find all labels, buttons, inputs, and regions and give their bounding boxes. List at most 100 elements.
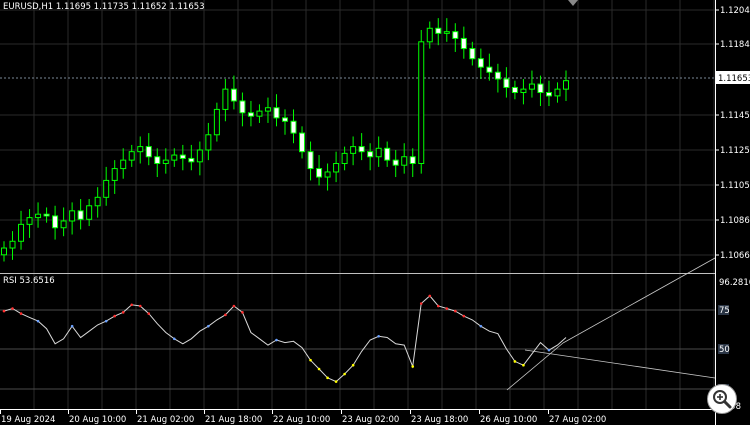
rsi-dot [241,311,244,314]
rsi-dot [428,294,432,298]
candle-body [341,152,348,165]
candle-body [545,92,552,97]
trading-chart[interactable]: EURUSD,H1 1.11695 1.11735 1.11652 1.1165… [0,0,750,425]
candle-body [452,31,459,39]
rsi-dot [121,311,125,314]
candle-body [282,117,288,122]
rsi-dot [462,314,466,318]
candle-body [43,213,50,217]
rsi-dot [334,380,338,383]
candle-body [103,179,110,198]
candle-body [299,132,306,153]
rsi-dot [343,372,346,376]
chart-background [0,0,750,425]
candle-body [511,86,518,94]
candle-body [418,41,425,165]
candle-body [205,134,212,151]
candle-body [171,154,178,161]
candle-body [384,147,391,161]
candle-body [503,78,510,88]
candle-body [469,48,476,60]
rsi-dot [19,312,23,315]
candle-body [247,112,254,117]
rsi-dot [479,324,483,328]
candle-body [188,157,195,163]
rsi-dot [513,360,517,363]
rsi-dot [130,303,134,307]
candle-body [443,31,450,34]
rsi-dot [522,363,525,367]
rsi-dot [2,309,6,313]
candle-body [273,107,280,119]
candle-body [162,159,169,165]
rsi-dot [547,348,551,352]
rsi-dot [377,334,380,338]
candle-body [528,83,535,90]
symbol-header: EURUSD,H1 1.11695 1.11735 1.11652 1.1165… [3,2,205,12]
candle-body [18,223,25,242]
candle-body [401,156,408,166]
candle-body [554,88,561,97]
candle-body [222,88,229,110]
candle-body [333,163,340,173]
rsi-dot [104,319,108,323]
time-tick-label: 21 Aug 02:00 [137,415,194,425]
candle-body [94,196,101,207]
price-tick-label: 1.11450 [720,111,750,121]
time-tick-label: 21 Aug 18:00 [205,415,262,425]
candle-body [350,146,357,154]
current-price-label: 1.11653 [718,74,750,84]
rsi-dot [113,314,116,318]
time-tick-label: 22 Aug 10:00 [273,415,330,425]
candle-body [179,154,186,159]
candle-body [307,151,314,170]
candle-body [35,213,42,219]
candle-body [26,217,33,225]
rsi-dot [309,358,312,362]
candle-body [426,27,433,43]
candle-body [196,149,203,163]
rsi-dot [445,307,449,310]
candle-body [9,240,16,249]
rsi-dot [173,337,176,341]
rsi-dot [419,302,423,305]
price-tick-label: 1.10665 [720,251,750,261]
price-tick-label: 1.12040 [720,6,750,16]
rsi-dot [411,365,415,368]
candle-body [520,88,527,94]
rsi-level-label: 75 [719,306,730,316]
rsi-dot [11,307,14,310]
candle-body [145,146,152,158]
rsi-dot [207,324,210,328]
candle-body [563,80,569,90]
candle-body [137,146,144,153]
candle-body [77,210,84,220]
candle-body [324,171,331,178]
magnifier-icon [713,390,732,409]
rsi-level-label: 50 [719,345,730,355]
zoom-magnifier-button[interactable] [707,384,737,414]
candle-body [367,151,374,158]
time-tick-label: 23 Aug 02:00 [342,415,399,425]
rsi-dot [326,376,329,380]
time-tick-label: 20 Aug 10:00 [69,415,126,425]
candle-body [52,215,59,229]
candle-body [435,27,442,34]
rsi-dot [224,313,227,317]
price-tick-label: 1.10860 [720,216,750,226]
candle-body [60,220,67,229]
candle-body [256,110,263,117]
rsi-dot [36,319,40,323]
rsi-scale-top: 96.2816 [719,278,750,288]
candle-body [316,168,323,178]
candle-body [120,159,127,170]
candle-body [290,120,297,134]
rsi-dot [454,309,457,313]
candle-body [154,156,161,165]
price-tick-label: 1.11250 [720,146,750,156]
candle-body [537,83,544,94]
rsi-dot [147,312,151,315]
rsi-dot [317,367,321,371]
time-tick-label: 19 Aug 2024 [1,415,55,425]
candle-body [358,146,365,153]
